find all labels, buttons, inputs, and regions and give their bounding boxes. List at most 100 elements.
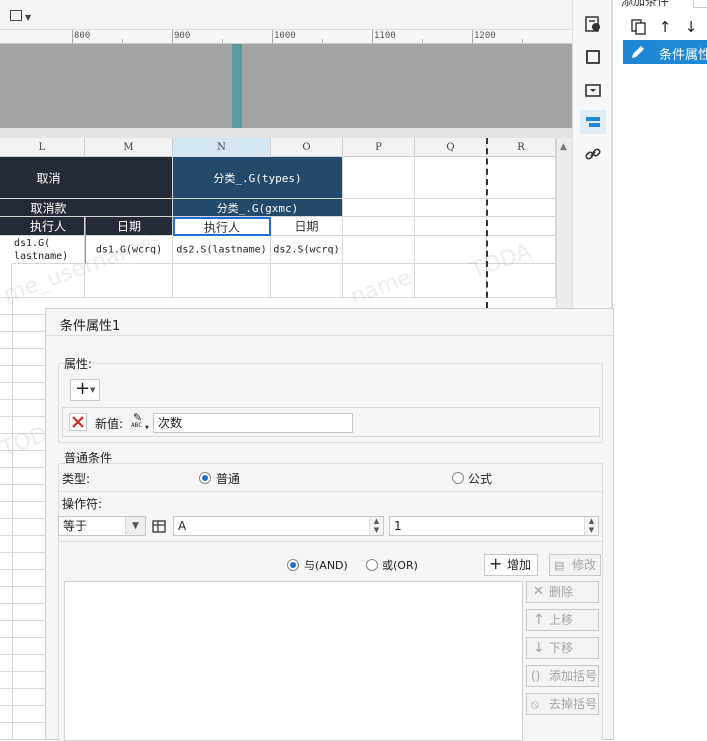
scroll-up-icon[interactable]: ▲: [560, 142, 567, 152]
cell-date-o[interactable]: 日期: [271, 217, 343, 236]
cell[interactable]: [415, 217, 487, 236]
type-common-radio[interactable]: [199, 472, 211, 484]
cell-ds2-lastname[interactable]: ds2.S(lastname): [173, 236, 271, 264]
plus-icon: +: [75, 378, 91, 399]
cell-text: 取消款: [30, 201, 67, 215]
cell-date[interactable]: 日期: [85, 217, 173, 236]
cell[interactable]: [343, 217, 415, 236]
arrow-up-icon: ↑: [533, 612, 545, 628]
type-common-label[interactable]: 普通: [216, 470, 240, 487]
cell[interactable]: [487, 199, 556, 217]
plus-icon: +: [489, 554, 503, 573]
panel-title: 添加条件: [621, 0, 670, 8]
type-formula-label[interactable]: 公式: [468, 470, 492, 487]
condition-list[interactable]: [64, 581, 523, 741]
panel-title-field[interactable]: [693, 0, 707, 8]
remove-bracket-icon: ⦸: [531, 697, 539, 711]
remove-bracket-button[interactable]: ⦸ 去掉括号: [526, 693, 599, 715]
column-header-p[interactable]: P: [343, 138, 415, 157]
or-label[interactable]: 或(OR): [382, 557, 418, 573]
cell[interactable]: [343, 236, 415, 264]
operand-b-input[interactable]: 1 ▲ ▼: [389, 516, 599, 536]
cell[interactable]: [343, 157, 415, 199]
move-down-button[interactable]: ↓ 下移: [526, 637, 599, 659]
column-header-q[interactable]: Q: [415, 138, 487, 157]
or-radio[interactable]: [366, 559, 378, 571]
cell[interactable]: [343, 199, 415, 217]
arrow-up-icon[interactable]: ↑: [655, 17, 675, 37]
cell[interactable]: [487, 157, 556, 199]
ruler-label: 1200: [474, 31, 496, 41]
column-picker-icon[interactable]: [152, 518, 168, 534]
cell-text: 日期: [116, 219, 141, 234]
cell-executor[interactable]: 执行人: [0, 217, 85, 236]
column-header-n[interactable]: N: [173, 138, 271, 157]
condition-panel: 添加条件 ↑ ↓ 条件属性: [612, 0, 707, 740]
cell-attribute-button[interactable]: [580, 12, 606, 36]
widget-setting-button[interactable]: [580, 78, 606, 102]
condition-attribute-button[interactable]: [580, 110, 606, 134]
ruler-label: 900: [174, 31, 191, 41]
arrow-down-icon[interactable]: ↓: [681, 17, 701, 37]
value-type-selector[interactable]: ✎ ABC ▼: [131, 410, 153, 434]
ruler-tick: [72, 30, 73, 43]
and-radio[interactable]: [287, 559, 299, 571]
spin-arrows-icon[interactable]: ▲ ▼: [584, 517, 598, 535]
add-bracket-button[interactable]: () 添加括号: [526, 665, 599, 687]
cell-category-gxmc[interactable]: 分类_.G(gxmc): [173, 199, 343, 217]
cell[interactable]: [173, 264, 271, 298]
ruler-tick: [422, 39, 423, 43]
column-header-m[interactable]: M: [85, 138, 173, 157]
column-header-o[interactable]: O: [271, 138, 343, 157]
selection-tool-button[interactable]: ▼: [8, 7, 32, 25]
operator-value: 等于: [63, 519, 88, 533]
dropdown-box-icon: [585, 84, 601, 97]
cell-category-types[interactable]: 分类_.G(types): [173, 157, 343, 199]
condition-list-item-selected[interactable]: 条件属性: [623, 40, 707, 64]
dialog-title: 条件属性1: [60, 319, 121, 334]
edit-icon: ▤: [554, 559, 565, 572]
remove-property-button[interactable]: [69, 413, 87, 431]
divider: [46, 335, 613, 336]
ruler-tick: [472, 30, 473, 43]
operand-b-value: 1: [394, 519, 402, 533]
cell-executor-selected[interactable]: 执行人: [173, 217, 271, 236]
property-legend: 属性:: [64, 357, 93, 371]
new-value-input[interactable]: 次数: [153, 413, 353, 433]
operand-a-input[interactable]: A ▲ ▼: [173, 516, 384, 536]
button-label: 修改: [572, 558, 597, 572]
operator-label: 操作符:: [62, 497, 103, 511]
arrow-down-icon: ↓: [533, 640, 545, 656]
caret-down-icon: ▼: [25, 13, 32, 22]
cell-ds2-wcrq[interactable]: ds2.S(wcrq): [271, 236, 343, 264]
column-header-r[interactable]: R: [487, 138, 556, 157]
type-formula-radio[interactable]: [452, 472, 464, 484]
horizontal-ruler: 800 900 1000 1100 1200: [0, 30, 572, 44]
ruler-tick: [372, 30, 373, 43]
add-condition-button[interactable]: + 增加: [484, 554, 538, 576]
spin-arrows-icon[interactable]: ▲ ▼: [369, 517, 383, 535]
cell[interactable]: [487, 217, 556, 236]
button-label: 删除: [549, 585, 574, 599]
and-label[interactable]: 与(AND): [304, 557, 348, 573]
column-header-l[interactable]: L: [0, 138, 85, 157]
cell-cancel-amount[interactable]: 取消款: [0, 199, 173, 217]
copy-icon[interactable]: [629, 17, 649, 37]
cell-cancel[interactable]: 取消: [0, 157, 173, 199]
operator-select[interactable]: 等于 ▼: [58, 516, 146, 536]
ruler-tick: [272, 30, 273, 43]
add-property-button[interactable]: + ▼: [70, 378, 100, 401]
cell-text: 分类_.G(types): [213, 171, 302, 185]
grid-rows: [0, 298, 45, 740]
cell[interactable]: [271, 264, 343, 298]
hyperlink-button[interactable]: [580, 142, 606, 166]
canvas-position-marker[interactable]: [232, 44, 242, 128]
cell-element-button[interactable]: [580, 45, 606, 69]
canvas-preview[interactable]: [0, 44, 572, 128]
modify-condition-button[interactable]: ▤ 修改: [549, 554, 601, 576]
pane-divider[interactable]: [0, 128, 572, 138]
delete-condition-button[interactable]: ✕ 删除: [526, 581, 599, 603]
cell[interactable]: [415, 157, 487, 199]
move-up-button[interactable]: ↑ 上移: [526, 609, 599, 631]
cell[interactable]: [415, 199, 487, 217]
